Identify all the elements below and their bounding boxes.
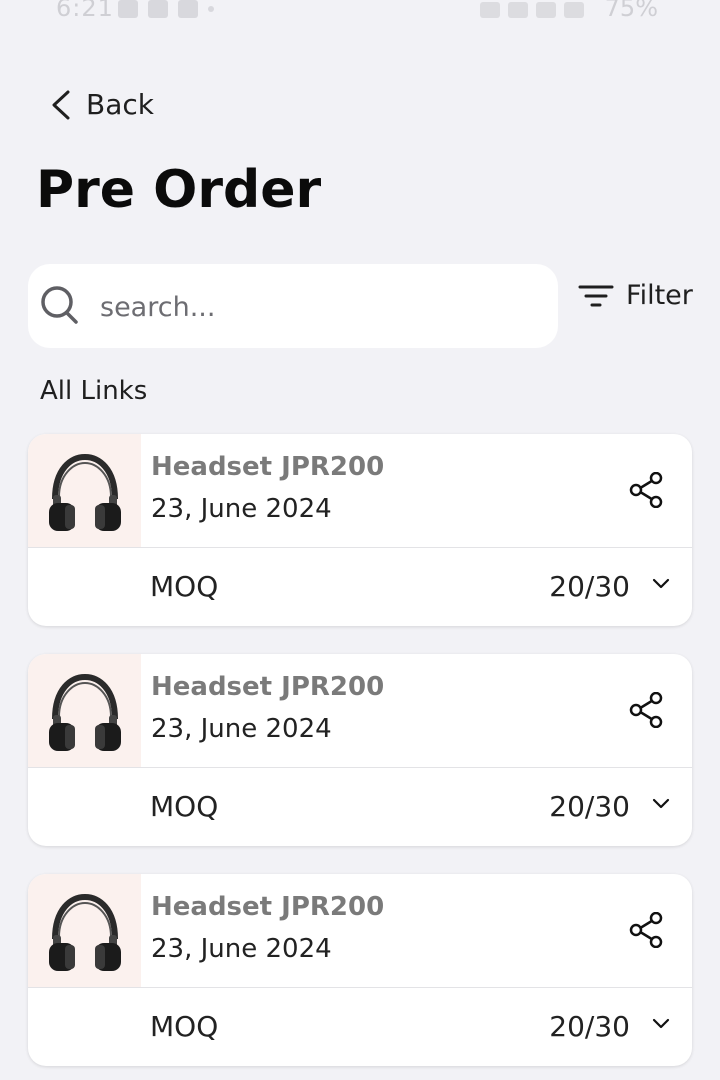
moq-value: 20/30	[549, 570, 630, 603]
chevron-down-icon[interactable]	[652, 578, 670, 590]
wifi-icon	[508, 2, 528, 18]
moq-label: MOQ	[150, 570, 219, 603]
moq-row[interactable]: MOQ 20/30	[28, 768, 692, 846]
preorder-card: Headset JPR200 23, June 2024 MOQ 20/30	[28, 654, 692, 846]
product-thumbnail	[28, 654, 141, 767]
dot-icon	[208, 6, 214, 12]
snapchat-icon	[148, 0, 168, 18]
chevron-left-icon	[52, 90, 70, 119]
back-button[interactable]: Back	[48, 88, 154, 121]
product-thumbnail	[28, 874, 141, 987]
product-name: Headset JPR200	[151, 892, 385, 922]
chevron-down-icon[interactable]	[652, 798, 670, 810]
moq-value: 20/30	[549, 790, 630, 823]
search-box[interactable]	[28, 264, 558, 348]
battery-level: 75%	[604, 0, 658, 22]
status-time: 6:21	[56, 0, 114, 22]
globe-icon	[178, 0, 198, 18]
moq-row[interactable]: MOQ 20/30	[28, 548, 692, 626]
signal-icon	[564, 2, 584, 18]
moq-label: MOQ	[150, 790, 219, 823]
notification-icons	[118, 0, 214, 18]
card-header[interactable]: Headset JPR200 23, June 2024	[28, 654, 692, 767]
search-input[interactable]	[98, 282, 542, 332]
filter-button[interactable]: Filter	[578, 280, 693, 311]
gallery-icon	[118, 0, 138, 18]
headphones-icon	[48, 453, 121, 531]
section-label: All Links	[40, 376, 148, 406]
chevron-down-icon[interactable]	[652, 1018, 670, 1030]
moq-row[interactable]: MOQ 20/30	[28, 988, 692, 1066]
card-header[interactable]: Headset JPR200 23, June 2024	[28, 874, 692, 987]
card-header[interactable]: Headset JPR200 23, June 2024	[28, 434, 692, 547]
bluetooth-icon	[480, 2, 500, 18]
product-name: Headset JPR200	[151, 672, 385, 702]
moq-value: 20/30	[549, 1010, 630, 1043]
headphones-icon	[48, 893, 121, 971]
moq-label: MOQ	[150, 1010, 219, 1043]
signal-icon	[536, 2, 556, 18]
product-date: 23, June 2024	[151, 934, 332, 964]
preorder-card: Headset JPR200 23, June 2024 MOQ 20/30	[28, 874, 692, 1066]
filter-icon	[578, 285, 614, 306]
search-icon	[41, 286, 78, 324]
back-label: Back	[86, 88, 154, 121]
system-icons	[480, 2, 584, 18]
filter-label: Filter	[626, 280, 693, 311]
preorder-card: Headset JPR200 23, June 2024 MOQ 20/30	[28, 434, 692, 626]
share-icon[interactable]	[628, 912, 664, 948]
product-date: 23, June 2024	[151, 714, 332, 744]
status-bar: 6:21 75%	[0, 0, 720, 24]
share-icon[interactable]	[628, 472, 664, 508]
page-title: Pre Order	[36, 160, 322, 220]
headphones-icon	[48, 673, 121, 751]
product-name: Headset JPR200	[151, 452, 385, 482]
product-date: 23, June 2024	[151, 494, 332, 524]
share-icon[interactable]	[628, 692, 664, 728]
product-thumbnail	[28, 434, 141, 547]
